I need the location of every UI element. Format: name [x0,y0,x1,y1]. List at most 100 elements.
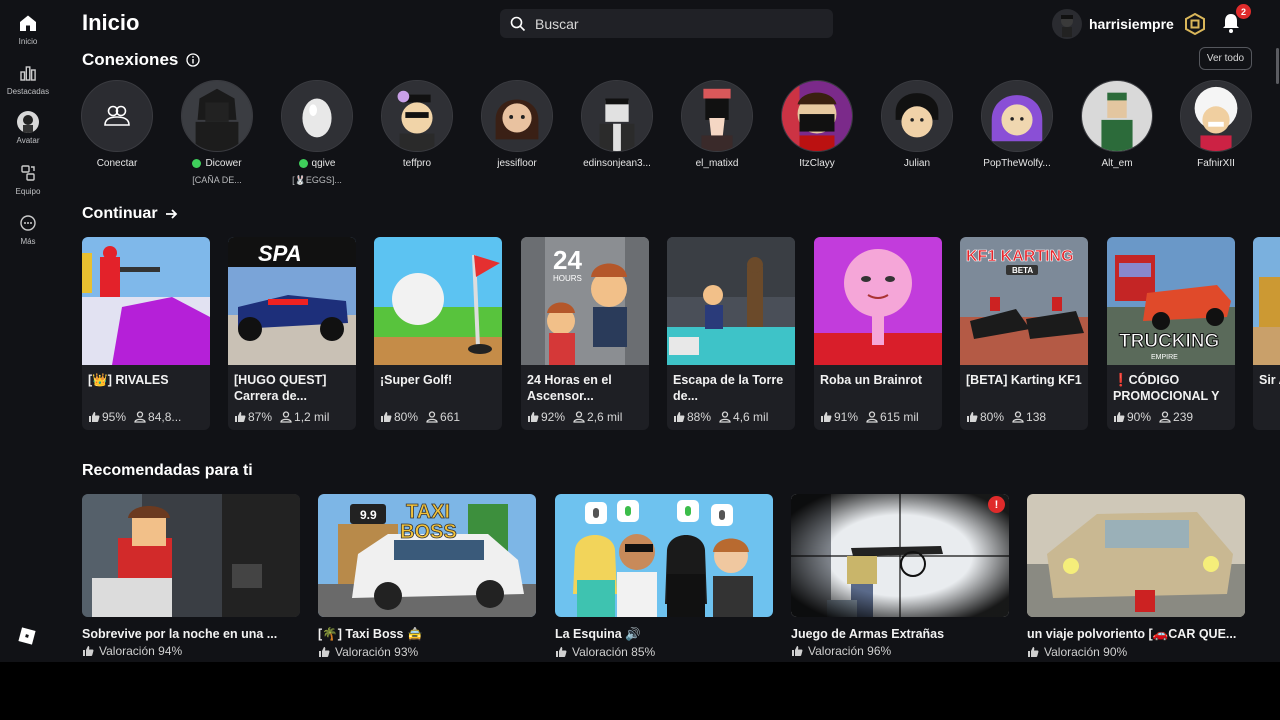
team-icon [21,165,35,181]
avatar[interactable] [381,80,453,152]
search-input[interactable] [535,15,815,32]
game-card[interactable]: Roba un Brainrot 91% 615 mil [814,237,942,430]
avatar[interactable] [1052,9,1082,39]
game-card[interactable]: 24 HOURS 24 Horas en el Ascensor... 92% 2… [521,237,649,430]
connection-name: jessifloor [497,158,537,169]
avatar[interactable] [581,80,653,152]
view-all-button[interactable]: Ver todo [1199,47,1252,70]
game-rating: 92% [541,410,566,424]
hours-number-text: 24 [553,245,582,275]
game-card[interactable]: SPA [HUGO QUEST] Carrera de... 87% 1,2 m… [228,237,356,430]
connection-name: qgive [311,158,336,169]
recommended-card[interactable]: un viaje polvoriento [🚗CAR QUE... Valora… [1027,494,1245,659]
thumbs-up-icon [967,412,978,422]
game-thumbnail[interactable] [374,237,502,365]
players-icon [280,411,292,423]
game-rating: Valoración 90% [1044,645,1128,659]
sidebar-item-destacadas[interactable]: Destacadas [0,64,56,96]
avatar[interactable] [681,80,753,152]
sidebar-item-inicio[interactable]: Inicio [0,14,56,46]
connection-item[interactable]: ItzClayy [767,80,867,169]
recommended-card[interactable]: La Esquina 🔊 Valoración 85% [555,494,773,659]
arrow-right-icon [165,209,177,219]
connection-item[interactable]: teffpro [367,80,467,169]
connections-heading: Conexiones [82,50,201,70]
game-thumbnail[interactable]: SPA [228,237,356,365]
robux-icon[interactable] [1184,13,1206,35]
game-players: 84,8... [148,410,182,424]
scrollbar[interactable] [1276,48,1279,84]
game-thumbnail[interactable]: 24 HOURS [521,237,649,365]
connection-item[interactable]: FafnirXII [1166,80,1266,169]
continue-heading[interactable]: Continuar [82,205,178,223]
players-icon [866,411,878,423]
connect-button[interactable]: Conectar [67,80,167,169]
game-card[interactable]: Escapa de la Torre de... 88% 4,6 mil [667,237,795,430]
recommended-card[interactable]: Sobrevive por la noche en una ... Valora… [82,494,300,658]
connection-item[interactable]: edinsonjean3... [567,80,667,169]
sidebar-item-equipo[interactable]: Equipo [0,164,56,196]
empire-logo-text: EMPIRE [1151,354,1178,361]
avatar[interactable] [1081,80,1153,152]
game-title: [HUGO QUEST] Carrera de... [234,373,327,403]
username[interactable]: harrisiempre [1089,16,1174,32]
connection-item[interactable]: Julian [867,80,967,169]
thumbs-up-icon [1028,647,1039,657]
roblox-logo-icon[interactable] [18,627,36,645]
add-friends-icon [104,105,130,126]
game-thumbnail[interactable]: TRUCKING EMPIRE [1107,237,1235,365]
connection-item[interactable]: PopTheWolfy... [967,80,1067,169]
sidebar-item-avatar[interactable]: Avatar [0,111,56,145]
game-thumbnail[interactable] [814,237,942,365]
hours-label-text: HOURS [553,274,582,283]
game-thumbnail[interactable] [1027,494,1245,617]
info-icon[interactable] [186,53,201,67]
sidebar-item-mas[interactable]: Más [0,214,56,246]
game-thumbnail[interactable]: KF1 KARTING BETA [960,237,1088,365]
game-thumbnail[interactable] [667,237,795,365]
game-players: 615 mil [880,410,919,424]
recommended-card[interactable]: ! Juego de Armas Extrañas Valoración 96% [791,494,1009,658]
price-tag-text: 9.9 [360,508,377,522]
avatar[interactable] [981,80,1053,152]
game-card[interactable]: TRUCKING EMPIRE ❗CÓDIGO PROMOCIONAL Y 90%… [1107,237,1235,430]
connect-circle[interactable] [81,80,153,152]
avatar[interactable] [481,80,553,152]
avatar[interactable] [281,80,353,152]
recommended-card[interactable]: 9.9 TAXI BOSS [🌴] Taxi Boss 🚖 Valoración 9… [318,494,536,659]
game-thumbnail[interactable] [555,494,773,617]
game-rating: Valoración 94% [99,644,183,658]
sidebar-item-label: Inicio [18,37,38,46]
game-thumbnail[interactable] [82,237,210,365]
game-thumbnail[interactable] [82,494,300,617]
thumbs-up-icon [528,412,539,422]
connection-item[interactable]: jessifloor [467,80,567,169]
search-bar[interactable] [500,9,833,38]
user-profile[interactable]: harrisiempre [1052,8,1206,40]
connection-item[interactable]: el_matixd [667,80,767,169]
thumbs-up-icon [556,647,567,657]
connection-item[interactable]: Alt_em [1067,80,1167,169]
thumbs-up-icon [1114,412,1125,422]
game-card[interactable]: Sir Au [1253,237,1280,430]
game-title: [👑] RIVALES [88,373,169,387]
game-thumbnail[interactable]: 9.9 TAXI BOSS [318,494,536,617]
game-thumbnail[interactable] [1253,237,1280,365]
sidebar-item-label: Destacadas [6,87,50,96]
avatar[interactable] [781,80,853,152]
connection-item[interactable]: Dicower [CAÑA DE... [167,80,267,185]
game-card[interactable]: KF1 KARTING BETA [BETA] Karting KF1 80% 1… [960,237,1088,430]
letterbox-bar [0,662,1280,720]
game-card[interactable]: ¡Super Golf! 80% 661 [374,237,502,430]
notification-badge: 2 [1236,4,1251,19]
game-title: [🌴] Taxi Boss 🚖 [318,627,423,641]
connection-name: Julian [903,158,931,169]
game-card[interactable]: [👑] RIVALES 95% 84,8... [82,237,210,430]
players-icon [719,411,731,423]
avatar[interactable] [1180,80,1252,152]
connection-item[interactable]: qgive [🐰EGGS]... [267,80,367,186]
game-thumbnail[interactable]: ! [791,494,1009,617]
home-icon [20,15,36,31]
avatar[interactable] [881,80,953,152]
avatar[interactable] [181,80,253,152]
